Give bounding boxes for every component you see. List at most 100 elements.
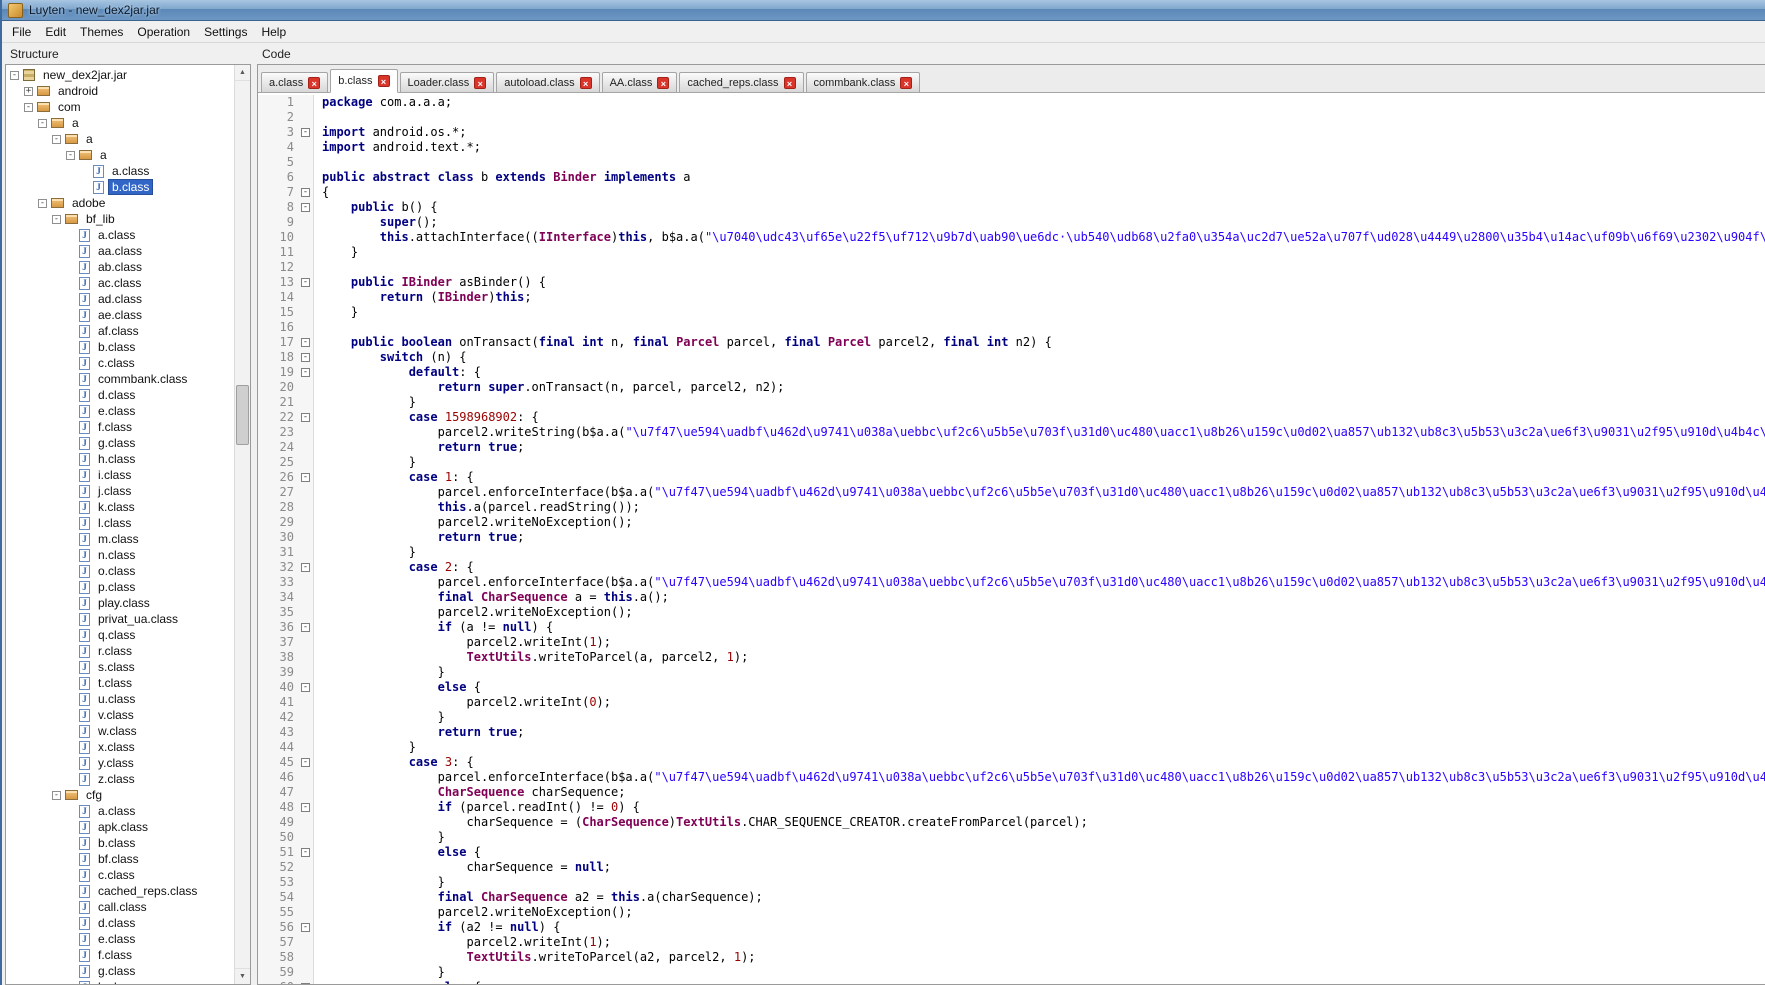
- tree-item-o.class[interactable]: Jo.class: [6, 563, 234, 579]
- tab-b.class[interactable]: b.class ×: [330, 69, 398, 93]
- expand-node-icon[interactable]: +: [24, 86, 33, 96]
- tab-close-icon[interactable]: ×: [377, 75, 390, 87]
- tree-item-f.class[interactable]: Jf.class: [6, 947, 234, 963]
- tab-a.class[interactable]: a.class ×: [261, 72, 329, 92]
- tab-autoload.class[interactable]: autoload.class ×: [496, 72, 600, 92]
- tree-item-v.class[interactable]: Jv.class: [6, 707, 234, 723]
- tab-Loader.class[interactable]: Loader.class ×: [399, 72, 495, 92]
- tree-item-call.class[interactable]: Jcall.class: [6, 899, 234, 915]
- tree-item-k.class[interactable]: Jk.class: [6, 499, 234, 515]
- tree-item-bf_lib[interactable]: - bf_lib: [6, 211, 234, 227]
- scroll-up-arrow-icon[interactable]: ▲: [235, 65, 250, 81]
- tab-AA.class[interactable]: AA.class ×: [601, 72, 678, 92]
- tree-item-l.class[interactable]: Jl.class: [6, 515, 234, 531]
- fold-collapse-icon[interactable]: -: [301, 353, 310, 362]
- tree-item-j.class[interactable]: Jj.class: [6, 483, 234, 499]
- tree-item-y.class[interactable]: Jy.class: [6, 755, 234, 771]
- tree-item-a.class[interactable]: Ja.class: [6, 163, 234, 179]
- tree-item-com[interactable]: - com: [6, 99, 234, 115]
- tab-commbank.class[interactable]: commbank.class ×: [805, 72, 921, 92]
- tree-item-n.class[interactable]: Jn.class: [6, 547, 234, 563]
- fold-collapse-icon[interactable]: -: [301, 368, 310, 377]
- tree-item-aa.class[interactable]: Jaa.class: [6, 243, 234, 259]
- menu-item-file[interactable]: File: [5, 23, 38, 41]
- tree-item-a[interactable]: -a: [6, 115, 234, 131]
- tree-item-e.class[interactable]: Je.class: [6, 931, 234, 947]
- tree-item-commbank.class[interactable]: Jcommbank.class: [6, 371, 234, 387]
- tab-close-icon[interactable]: ×: [900, 76, 913, 89]
- structure-scrollbar[interactable]: ▲ ▼: [234, 65, 250, 984]
- fold-collapse-icon[interactable]: -: [301, 758, 310, 767]
- tree-item-m.class[interactable]: Jm.class: [6, 531, 234, 547]
- tree-item-play.class[interactable]: Jplay.class: [6, 595, 234, 611]
- tab-close-icon[interactable]: ×: [308, 76, 321, 89]
- tree-item-q.class[interactable]: Jq.class: [6, 627, 234, 643]
- fold-collapse-icon[interactable]: -: [301, 188, 310, 197]
- menu-item-operation[interactable]: Operation: [130, 23, 197, 41]
- tree-item-ab.class[interactable]: Jab.class: [6, 259, 234, 275]
- menu-item-themes[interactable]: Themes: [73, 23, 130, 41]
- title-bar[interactable]: Luyten - new_dex2jar.jar: [2, 0, 1765, 21]
- tree-item-ae.class[interactable]: Jae.class: [6, 307, 234, 323]
- tree-item-s.class[interactable]: Js.class: [6, 659, 234, 675]
- tree-item-g.class[interactable]: Jg.class: [6, 435, 234, 451]
- collapse-node-icon[interactable]: -: [24, 102, 33, 112]
- fold-collapse-icon[interactable]: -: [301, 128, 310, 137]
- tree-item-ac.class[interactable]: Jac.class: [6, 275, 234, 291]
- collapse-node-icon[interactable]: -: [66, 150, 75, 160]
- tree-item-g.class[interactable]: Jg.class: [6, 963, 234, 979]
- tree-item-b.class[interactable]: Jb.class: [6, 179, 234, 195]
- tree-item-bf.class[interactable]: Jbf.class: [6, 851, 234, 867]
- tree-item-d.class[interactable]: Jd.class: [6, 387, 234, 403]
- scroll-down-arrow-icon[interactable]: ▼: [235, 968, 250, 984]
- tree-item-ad.class[interactable]: Jad.class: [6, 291, 234, 307]
- fold-collapse-icon[interactable]: -: [301, 278, 310, 287]
- tree-item-u.class[interactable]: Ju.class: [6, 691, 234, 707]
- tree-item-e.class[interactable]: Je.class: [6, 403, 234, 419]
- tree-item-b.class[interactable]: Jb.class: [6, 835, 234, 851]
- menu-item-help[interactable]: Help: [254, 23, 293, 41]
- collapse-node-icon[interactable]: -: [38, 118, 47, 128]
- collapse-node-icon[interactable]: -: [52, 214, 61, 224]
- collapse-node-icon[interactable]: -: [52, 134, 61, 144]
- menu-item-edit[interactable]: Edit: [38, 23, 73, 41]
- tree-item-cfg[interactable]: - cfg: [6, 787, 234, 803]
- tree-item-privat_ua.class[interactable]: Jprivat_ua.class: [6, 611, 234, 627]
- fold-collapse-icon[interactable]: -: [301, 203, 310, 212]
- fold-collapse-icon[interactable]: -: [301, 473, 310, 482]
- fold-collapse-icon[interactable]: -: [301, 413, 310, 422]
- fold-collapse-icon[interactable]: -: [301, 803, 310, 812]
- tree-item-adobe[interactable]: - adobe: [6, 195, 234, 211]
- tree-item-b.class[interactable]: Jb.class: [6, 339, 234, 355]
- tab-close-icon[interactable]: ×: [783, 76, 796, 89]
- tree-item-apk.class[interactable]: Japk.class: [6, 819, 234, 835]
- tab-close-icon[interactable]: ×: [474, 76, 487, 89]
- tree-item-a.class[interactable]: Ja.class: [6, 227, 234, 243]
- tree-item-x.class[interactable]: Jx.class: [6, 739, 234, 755]
- tree-item-cached_reps.class[interactable]: Jcached_reps.class: [6, 883, 234, 899]
- tab-cached_reps.class[interactable]: cached_reps.class ×: [679, 72, 804, 92]
- collapse-node-icon[interactable]: -: [38, 198, 47, 208]
- menu-item-settings[interactable]: Settings: [197, 23, 254, 41]
- tree-item-a[interactable]: -a: [6, 147, 234, 163]
- collapse-node-icon[interactable]: -: [10, 70, 19, 80]
- tree-item-z.class[interactable]: Jz.class: [6, 771, 234, 787]
- tab-close-icon[interactable]: ×: [579, 76, 592, 89]
- tree-item-w.class[interactable]: Jw.class: [6, 723, 234, 739]
- tree-item-a.class[interactable]: Ja.class: [6, 803, 234, 819]
- fold-collapse-icon[interactable]: -: [301, 923, 310, 932]
- fold-collapse-icon[interactable]: -: [301, 983, 310, 984]
- tree-item-h.class[interactable]: Jh.class: [6, 979, 234, 984]
- tree-item-android[interactable]: + android: [6, 83, 234, 99]
- tree-item-p.class[interactable]: Jp.class: [6, 579, 234, 595]
- fold-collapse-icon[interactable]: -: [301, 683, 310, 692]
- tree-item-af.class[interactable]: Jaf.class: [6, 323, 234, 339]
- tree-item-new_dex2jar.jar[interactable]: - new_dex2jar.jar: [6, 67, 234, 83]
- fold-collapse-icon[interactable]: -: [301, 338, 310, 347]
- scrollbar-thumb[interactable]: [236, 385, 249, 445]
- fold-collapse-icon[interactable]: -: [301, 563, 310, 572]
- structure-tree[interactable]: - new_dex2jar.jar + android - com - a - a - a Ja.cla…: [6, 65, 234, 984]
- tree-item-i.class[interactable]: Ji.class: [6, 467, 234, 483]
- tree-item-f.class[interactable]: Jf.class: [6, 419, 234, 435]
- tree-item-h.class[interactable]: Jh.class: [6, 451, 234, 467]
